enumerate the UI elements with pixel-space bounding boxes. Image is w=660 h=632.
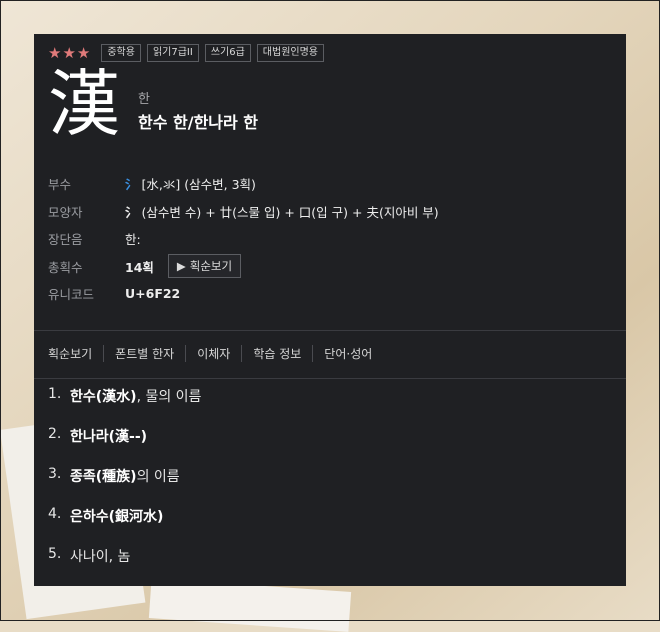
outer-border	[0, 0, 660, 621]
